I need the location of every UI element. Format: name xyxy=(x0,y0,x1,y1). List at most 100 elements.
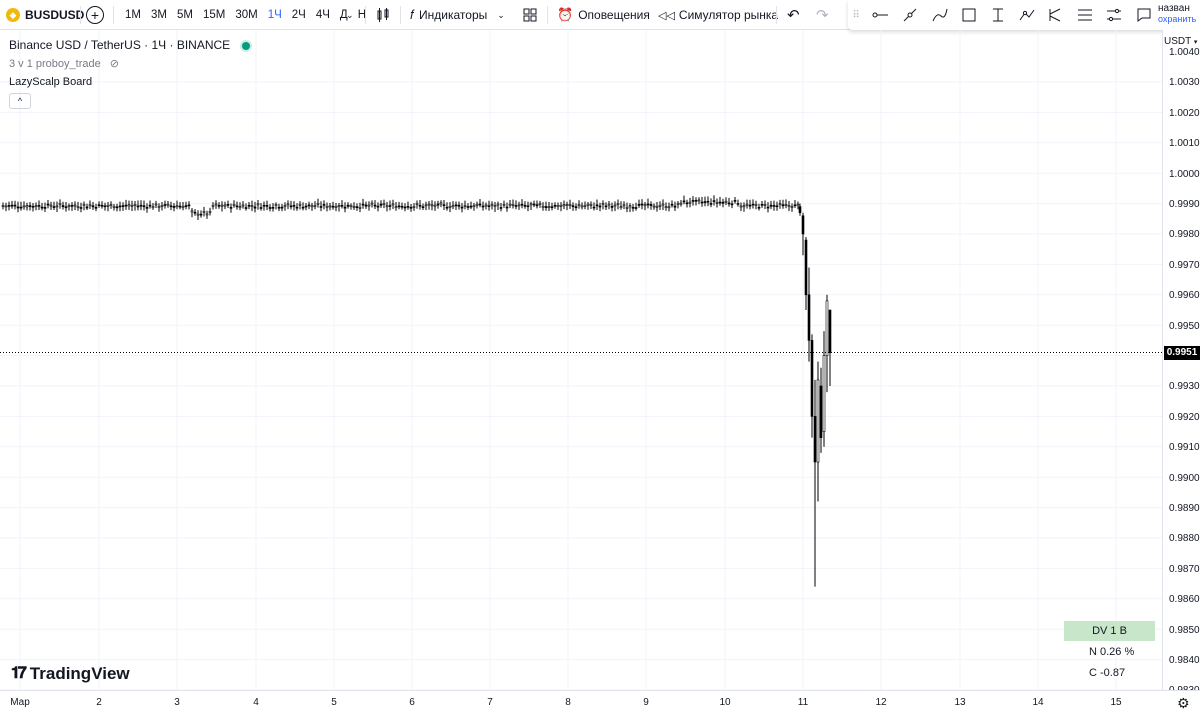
horizontal-ray-icon[interactable] xyxy=(869,4,891,26)
candle xyxy=(454,201,458,210)
candle xyxy=(769,200,773,210)
candle xyxy=(130,200,134,212)
candle xyxy=(172,203,176,212)
chevron-down-icon: ⌄ xyxy=(497,9,505,20)
candle xyxy=(190,207,194,218)
undo-icon[interactable]: ↶ xyxy=(787,0,800,30)
candle xyxy=(79,202,83,213)
compare-add-icon[interactable]: + xyxy=(86,6,104,24)
candle xyxy=(388,200,392,211)
time-tick-label: 5 xyxy=(331,697,337,708)
indicators-button[interactable]: 𝑓 Индикаторы ⌄ xyxy=(410,0,505,30)
candle xyxy=(727,197,731,207)
price-tick-label: 0.9950 xyxy=(1169,320,1200,332)
rectangle-icon[interactable] xyxy=(958,4,980,26)
candle xyxy=(361,198,365,209)
symbol-search-button[interactable]: ◆ BUSDUSD xyxy=(6,0,84,30)
candle xyxy=(682,195,686,205)
currency-unit-selector[interactable]: USDT ▾ xyxy=(1164,36,1197,47)
candle xyxy=(433,201,437,211)
candle xyxy=(202,206,206,217)
candle xyxy=(397,201,401,210)
candle xyxy=(439,200,443,208)
pencil-brush-icon[interactable] xyxy=(929,4,951,26)
candle xyxy=(67,203,71,211)
candle xyxy=(475,201,479,209)
candle xyxy=(127,200,131,210)
interval-button[interactable]: 5М xyxy=(172,9,198,21)
candle xyxy=(259,202,263,211)
candle xyxy=(88,200,92,209)
alerts-button[interactable]: ⏰ Оповещения xyxy=(557,0,650,30)
interval-button[interactable]: 1Ч xyxy=(263,9,287,21)
interval-button[interactable]: 1М xyxy=(120,9,146,21)
interval-button[interactable]: 15М xyxy=(198,9,230,21)
candle xyxy=(115,203,119,212)
candle xyxy=(97,201,101,208)
currency-label: USDT xyxy=(1164,36,1192,47)
candle xyxy=(810,334,814,438)
candle xyxy=(607,200,611,210)
interval-button[interactable]: 4Ч xyxy=(311,9,335,21)
natr-cell: N 0.26 % xyxy=(1089,646,1135,658)
candle xyxy=(772,200,776,211)
price-tick-label: 1.0040 xyxy=(1169,47,1200,58)
pitchfork-icon[interactable] xyxy=(1044,4,1066,26)
candle xyxy=(118,201,122,212)
candle xyxy=(340,200,344,209)
tradingview-logo[interactable]: 𝟏𝟕 TradingView xyxy=(11,664,130,684)
candle xyxy=(163,200,167,209)
interval-button[interactable]: 2Ч xyxy=(287,9,311,21)
candle xyxy=(775,201,779,211)
candle xyxy=(790,203,794,212)
candle xyxy=(589,201,593,210)
collapse-legend-chevron-icon[interactable]: ^ xyxy=(9,93,31,109)
trend-line-icon[interactable] xyxy=(899,4,921,26)
indicators-label: Индикаторы xyxy=(419,8,488,22)
candle xyxy=(268,204,272,212)
interval-dropdown-chevron-icon[interactable]: ⌄ xyxy=(346,0,354,30)
chart-legend: Binance USD / TetherUS · 1Ч · BINANCE xyxy=(9,38,250,52)
save-layout-button[interactable]: назван охранить xyxy=(1158,3,1200,25)
candle xyxy=(757,203,761,211)
hidden-eye-icon[interactable]: ⊘ xyxy=(110,58,119,70)
candle xyxy=(289,200,293,210)
candle xyxy=(478,198,482,208)
logo-text: TradingView xyxy=(29,664,130,683)
gann-icon[interactable] xyxy=(1103,4,1125,26)
interval-button[interactable]: Н xyxy=(353,9,371,21)
candle xyxy=(94,203,98,212)
price-tick-label: 0.9870 xyxy=(1169,563,1200,575)
price-tick-label: 0.9900 xyxy=(1169,472,1200,484)
candle xyxy=(316,198,320,208)
candle xyxy=(85,203,89,211)
layouts-grid-icon[interactable] xyxy=(522,0,538,30)
candle xyxy=(694,197,698,206)
path-icon[interactable] xyxy=(1016,4,1038,26)
tradingview-mark-icon: 𝟏𝟕 xyxy=(11,665,27,682)
settings-gear-icon[interactable]: ⚙ xyxy=(1177,695,1190,712)
price-tick-label: 1.0000 xyxy=(1169,168,1200,180)
candle xyxy=(691,196,695,206)
divider xyxy=(400,6,401,24)
interval-button[interactable]: 30М xyxy=(230,9,262,21)
candle xyxy=(61,201,65,210)
candle xyxy=(136,200,140,211)
indicator-legend-2[interactable]: LazyScalp Board xyxy=(9,76,92,88)
indicator-legend-1[interactable]: 3 v 1 proboy_trade ⊘ xyxy=(9,57,119,70)
replay-button[interactable]: ◁◁ Симулятор рынка xyxy=(658,0,778,30)
candle xyxy=(460,203,464,213)
candle xyxy=(463,200,467,210)
candle xyxy=(280,203,284,212)
interval-button[interactable]: 3М xyxy=(146,9,172,21)
candle xyxy=(679,200,683,207)
fib-retracement-icon[interactable] xyxy=(1074,4,1096,26)
drag-handle-icon[interactable]: ⠿ xyxy=(850,4,862,26)
comment-icon[interactable] xyxy=(1133,4,1155,26)
price-chart[interactable] xyxy=(0,30,1162,690)
candle xyxy=(807,267,811,362)
divider xyxy=(365,6,366,24)
candle-style-icon[interactable] xyxy=(374,0,392,30)
redo-icon[interactable]: ↷ xyxy=(816,0,829,30)
text-tool-icon[interactable] xyxy=(987,4,1009,26)
